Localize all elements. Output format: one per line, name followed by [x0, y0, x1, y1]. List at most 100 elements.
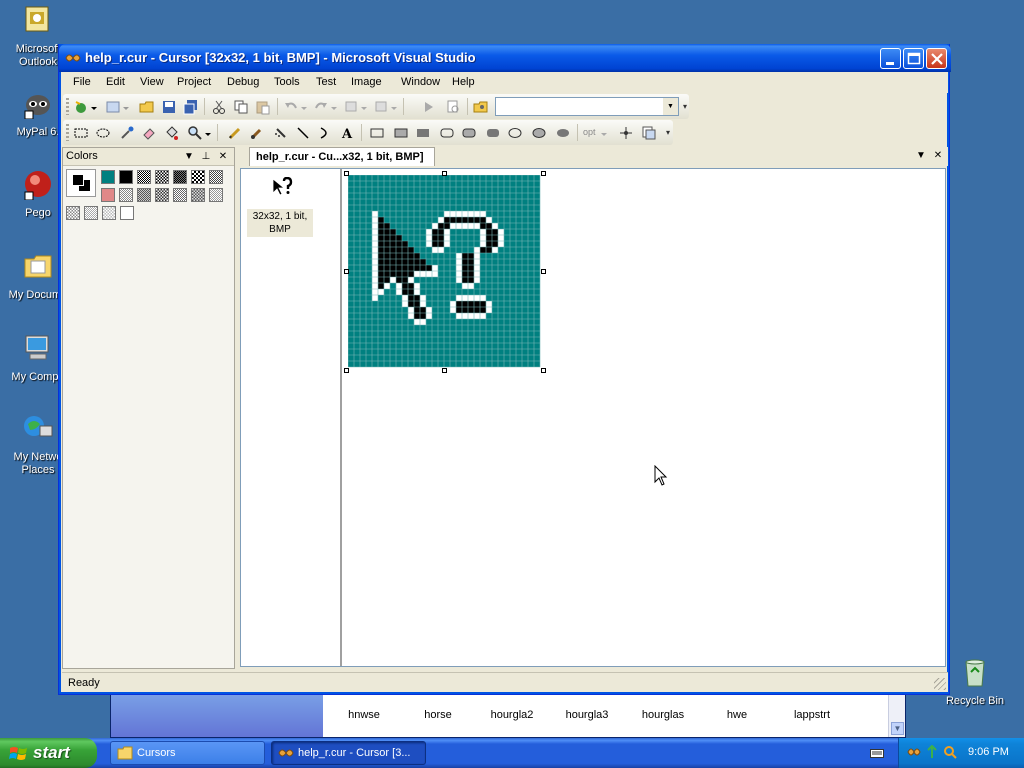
- desktop-icon-recycle-bin[interactable]: Recycle Bin: [940, 656, 1010, 708]
- file-item[interactable]: hnwse: [329, 695, 399, 721]
- pin-icon[interactable]: ⊥: [199, 150, 213, 164]
- resize-handle[interactable]: [541, 171, 546, 176]
- resize-handle[interactable]: [344, 368, 349, 373]
- document-tab[interactable]: help_r.cur - Cu...x32, 1 bit, BMP]: [249, 147, 435, 166]
- start-debugging-icon[interactable]: [421, 99, 437, 115]
- dropdown-arrow-icon[interactable]: [601, 125, 607, 141]
- file-item[interactable]: hourglas: [628, 695, 698, 721]
- pattern-swatch[interactable]: [209, 188, 223, 202]
- dropdown-arrow-icon[interactable]: [123, 99, 129, 115]
- copy-icon[interactable]: [233, 99, 249, 115]
- dropdown-arrow-icon[interactable]: [301, 99, 307, 115]
- toolbar-overflow-icon[interactable]: ▾: [680, 100, 690, 114]
- close-document-icon[interactable]: ✕: [931, 149, 945, 163]
- menu-test[interactable]: Test: [316, 76, 336, 88]
- new-image-type-icon[interactable]: [641, 125, 657, 141]
- minimize-button[interactable]: [880, 48, 901, 69]
- combo-dropdown-icon[interactable]: ▼: [663, 98, 678, 115]
- dropdown-arrow-icon[interactable]: [331, 99, 337, 115]
- resize-handle[interactable]: [442, 368, 447, 373]
- menu-file[interactable]: File: [73, 76, 91, 88]
- undo-icon[interactable]: [283, 99, 299, 115]
- menu-view[interactable]: View: [140, 76, 164, 88]
- pixel-canvas[interactable]: [347, 174, 542, 369]
- resize-handle[interactable]: [442, 171, 447, 176]
- file-item[interactable]: lappstrt: [777, 695, 847, 721]
- resize-handle[interactable]: [344, 171, 349, 176]
- fill-bucket-icon[interactable]: [163, 125, 179, 141]
- foreground-background-selector[interactable]: [66, 169, 96, 197]
- color-picker-icon[interactable]: [119, 125, 135, 141]
- resize-handle[interactable]: [541, 368, 546, 373]
- navigate-forward-icon[interactable]: [373, 99, 389, 115]
- pattern-swatch[interactable]: [84, 206, 98, 220]
- pattern-swatch[interactable]: [191, 188, 205, 202]
- title-bar[interactable]: help_r.cur - Cursor [32x32, 1 bit, BMP] …: [59, 44, 951, 72]
- pattern-swatch[interactable]: [102, 206, 116, 220]
- filled-outline-ellipse-icon[interactable]: [531, 125, 547, 141]
- maximize-button[interactable]: [903, 48, 924, 69]
- pencil-icon[interactable]: [227, 125, 243, 141]
- menu-edit[interactable]: Edit: [106, 76, 125, 88]
- resize-grip[interactable]: [934, 678, 946, 690]
- navigate-backward-icon[interactable]: [343, 99, 359, 115]
- menu-debug[interactable]: Debug: [227, 76, 259, 88]
- pattern-swatch[interactable]: [155, 188, 169, 202]
- resize-handle[interactable]: [541, 269, 546, 274]
- open-file-icon[interactable]: [139, 99, 155, 115]
- help-cursor-thumbnail-icon[interactable]: [271, 177, 293, 197]
- file-item[interactable]: hourgla3: [552, 695, 622, 721]
- find-folder-icon[interactable]: [473, 99, 489, 115]
- rectangle-select-icon[interactable]: [73, 125, 89, 141]
- magnify-icon[interactable]: [187, 125, 203, 141]
- file-item[interactable]: horse: [403, 695, 473, 721]
- set-hotspot-icon[interactable]: [618, 125, 634, 141]
- ellipse-icon[interactable]: [507, 125, 523, 141]
- airbrush-icon[interactable]: [273, 125, 289, 141]
- options-label[interactable]: opt: [583, 127, 596, 137]
- inverse-color-swatch[interactable]: [101, 188, 115, 202]
- dropdown-arrow-icon[interactable]: [205, 125, 211, 141]
- taskbar-button-visual-studio[interactable]: help_r.cur - Cursor [3...: [271, 741, 426, 765]
- menu-window[interactable]: Window: [401, 76, 440, 88]
- new-project-icon[interactable]: [73, 99, 89, 115]
- paste-icon[interactable]: [255, 99, 271, 115]
- scroll-down-arrow-icon[interactable]: ▼: [891, 722, 904, 735]
- pattern-swatch[interactable]: [137, 188, 151, 202]
- visual-studio-window[interactable]: help_r.cur - Cursor [32x32, 1 bit, BMP] …: [58, 44, 951, 695]
- background-explorer-window[interactable]: hnwse horse hourgla2 hourgla3 hourglas h…: [110, 690, 906, 738]
- brush-icon[interactable]: [249, 125, 265, 141]
- find-in-files-icon[interactable]: [445, 99, 461, 115]
- filled-outline-rectangle-icon[interactable]: [393, 125, 409, 141]
- save-icon[interactable]: [161, 99, 177, 115]
- panel-close-icon[interactable]: ✕: [216, 150, 230, 164]
- cut-icon[interactable]: [211, 99, 227, 115]
- pattern-swatch[interactable]: [173, 170, 187, 184]
- file-item[interactable]: hourgla2: [477, 695, 547, 721]
- eraser-icon[interactable]: [141, 125, 157, 141]
- menu-help[interactable]: Help: [452, 76, 475, 88]
- color-swatch-black[interactable]: [119, 170, 133, 184]
- menu-image[interactable]: Image: [351, 76, 382, 88]
- toolbar-overflow-icon[interactable]: ▾: [663, 126, 673, 140]
- find-combo-box[interactable]: ▼: [495, 97, 679, 116]
- file-item[interactable]: hwe: [702, 695, 772, 721]
- panel-dropdown-icon[interactable]: ▼: [182, 150, 196, 164]
- keyboard-layout-icon[interactable]: [870, 747, 884, 759]
- text-icon[interactable]: A: [339, 125, 355, 141]
- dropdown-arrow-icon[interactable]: [361, 99, 367, 115]
- pattern-swatch[interactable]: [173, 188, 187, 202]
- menu-project[interactable]: Project: [177, 76, 211, 88]
- line-icon[interactable]: [295, 125, 311, 141]
- filled-round-rectangle-icon[interactable]: [485, 125, 501, 141]
- search-tray-icon[interactable]: [943, 745, 957, 759]
- pattern-swatch[interactable]: [155, 170, 169, 184]
- curve-icon[interactable]: [317, 125, 333, 141]
- pattern-swatch[interactable]: [209, 170, 223, 184]
- filled-ellipse-icon[interactable]: [555, 125, 571, 141]
- lasso-select-icon[interactable]: [95, 125, 111, 141]
- dropdown-arrow-icon[interactable]: [391, 99, 397, 115]
- start-button[interactable]: start: [0, 738, 97, 768]
- menu-tools[interactable]: Tools: [274, 76, 300, 88]
- image-type-label[interactable]: 32x32, 1 bit, BMP: [247, 209, 313, 237]
